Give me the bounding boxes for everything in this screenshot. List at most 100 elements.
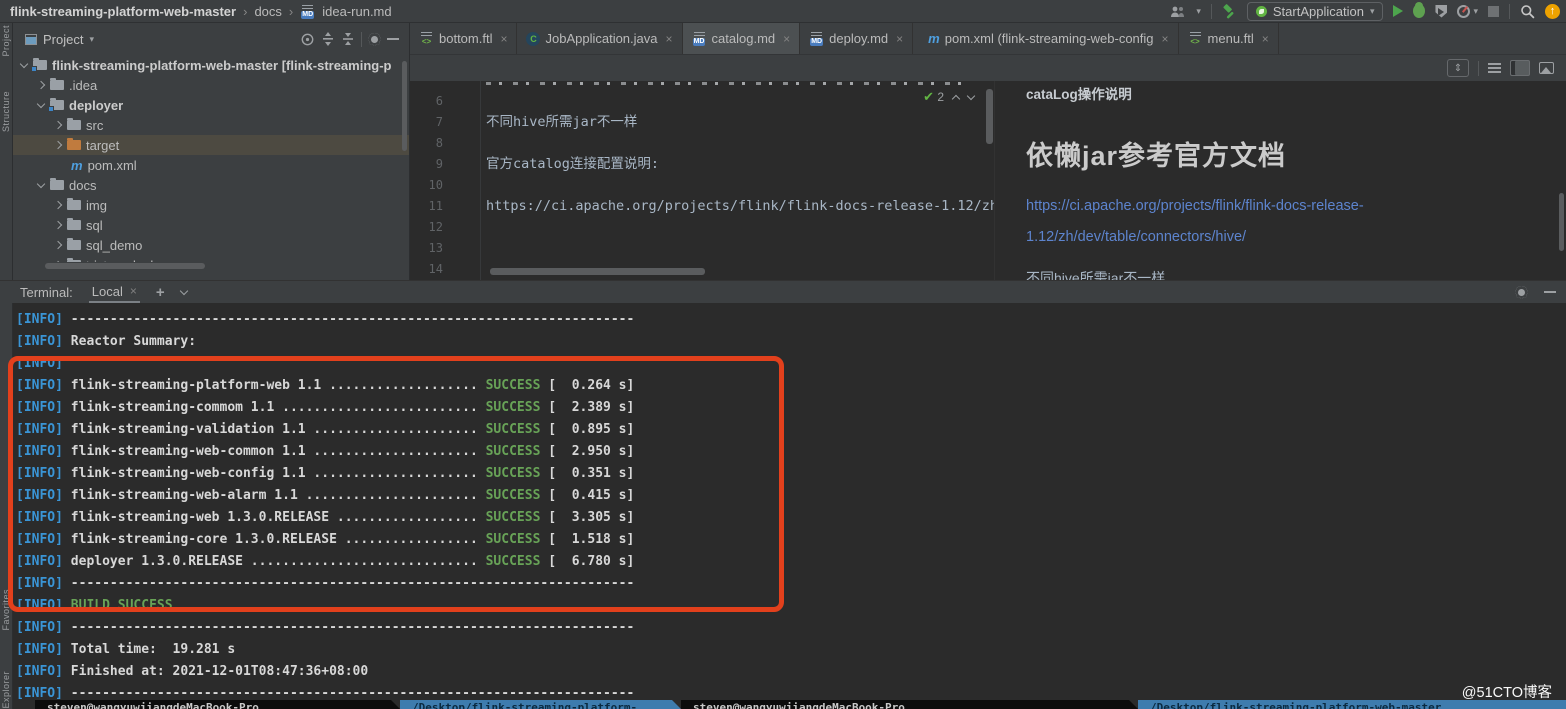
tree-row[interactable]: src (13, 115, 409, 135)
tree-chevron-down-icon[interactable] (19, 59, 29, 68)
update-available-icon[interactable]: ↑ (1545, 3, 1560, 19)
editor-tab[interactable]: MD deploy.md × (800, 23, 914, 54)
preview-heading: 依懒jar参考官方文档 (1026, 141, 1287, 171)
tool-window-structure[interactable]: Structure (1, 91, 11, 132)
tree-chevron-down-icon[interactable] (36, 179, 46, 188)
stop-button[interactable] (1488, 5, 1499, 17)
shell-prompt-line[interactable]: steven@wangyuwjiangdeMacBook-Pro/Desktop… (13, 700, 1566, 709)
tab-close-icon[interactable]: × (1162, 32, 1169, 46)
excluded-folder-icon (67, 138, 81, 150)
tree-chevron-right-icon[interactable] (36, 80, 46, 90)
prev-problem-icon[interactable] (951, 94, 961, 103)
project-settings-gear-icon[interactable] (368, 32, 381, 46)
tree-row[interactable]: sql_demo (13, 235, 409, 255)
coverage-button[interactable] (1435, 4, 1448, 18)
editor-tab[interactable]: C JobApplication.java × (517, 23, 683, 54)
tab-label: catalog.md (711, 31, 776, 46)
tree-chevron-right-icon[interactable] (53, 220, 63, 230)
tree-row[interactable]: docs (13, 175, 409, 195)
prompt-segment: steven@wangyuwjiangdeMacBook-Pro (681, 700, 1129, 709)
tree-chevron-right-icon[interactable] (53, 200, 63, 210)
run-toolbar: ▾ StartApplication ▾ ▾ ↑ (1170, 1, 1560, 21)
preview-vscrollbar[interactable] (1559, 193, 1564, 251)
tab-close-icon[interactable]: × (500, 32, 507, 46)
tree-chevron-right-icon[interactable] (53, 120, 63, 130)
breadcrumb: flink-streaming-platform-web-master › do… (10, 4, 392, 19)
terminal-settings-gear-icon[interactable] (1515, 285, 1528, 299)
editor-tab[interactable]: m pom.xml (flink-streaming-web-config × (913, 23, 1179, 54)
project-vscrollbar[interactable] (402, 61, 407, 151)
tree-chevron-down-icon[interactable] (36, 99, 46, 108)
tree-row[interactable]: img (13, 195, 409, 215)
tab-close-icon[interactable]: × (1262, 32, 1269, 46)
tree-row[interactable]: m pom.xml (13, 155, 409, 175)
terminal-tab-close-icon[interactable]: × (130, 284, 137, 298)
folder-icon (48, 98, 64, 112)
tab-close-icon[interactable]: × (783, 32, 790, 46)
line-number: 9 (435, 157, 443, 171)
show-editor-and-preview-icon[interactable] (1510, 60, 1530, 76)
editor-tab[interactable]: MD catalog.md × (682, 23, 801, 54)
log-level-info: [INFO] (16, 642, 63, 657)
show-preview-only-icon[interactable] (1539, 62, 1554, 74)
editor-tab[interactable]: <> bottom.ftl × (410, 23, 518, 54)
tab-label: JobApplication.java (545, 31, 658, 46)
tree-chevron-right-icon[interactable] (53, 140, 63, 150)
markdown-editor[interactable]: 6 7 不同hive所需jar不一样 8 9 官方catalog连接配置说明: 10 11 ht… (410, 81, 994, 280)
inspection-widget[interactable]: ✔ 2 (919, 88, 978, 106)
tree-row[interactable]: flink-streaming-platform-web-master [fli… (13, 55, 409, 75)
project-panel-title[interactable]: Project (43, 32, 83, 47)
terminal-sessions-caret-icon[interactable] (179, 286, 188, 295)
tree-row[interactable]: .idea (13, 75, 409, 95)
expand-all-icon[interactable] (321, 32, 335, 46)
collapse-all-icon[interactable] (341, 32, 355, 46)
editor-vscrollbar[interactable] (986, 89, 993, 144)
tab-close-icon[interactable]: × (666, 32, 673, 46)
tree-item-label: docs (69, 177, 97, 193)
project-tree: flink-streaming-platform-web-master [fli… (13, 55, 409, 262)
top-bar: flink-streaming-platform-web-master › do… (0, 0, 1566, 23)
tree-chevron-right-icon[interactable] (53, 240, 63, 250)
autoscroll-preview-icon[interactable]: ⇕ (1447, 59, 1469, 77)
preview-link[interactable]: https://ci.apache.org/projects/flink/fli… (1026, 191, 1566, 253)
tree-chevron-right-icon[interactable] (53, 260, 63, 262)
tab-close-icon[interactable]: × (896, 32, 903, 46)
tab-label: bottom.ftl (439, 31, 493, 46)
tool-window-explorer[interactable]: Explorer (1, 671, 11, 709)
project-panel: Project ▾ flink-streaming-platform-web-m… (13, 23, 410, 280)
breadcrumb-project[interactable]: flink-streaming-platform-web-master (10, 4, 236, 19)
next-problem-icon[interactable] (966, 91, 976, 100)
editor-tab[interactable]: <> menu.ftl × (1179, 23, 1279, 54)
prompt-segment: /Desktop/flink-streaming-platform-web-ma… (400, 700, 672, 709)
show-editor-only-icon[interactable] (1488, 62, 1501, 74)
breadcrumb-file[interactable]: idea-run.md (322, 4, 391, 19)
project-view-caret-icon[interactable]: ▾ (89, 34, 94, 45)
tree-row[interactable]: deployer (13, 95, 409, 115)
run-button[interactable] (1393, 5, 1404, 17)
search-everywhere-icon[interactable] (1520, 4, 1535, 19)
run-configuration-select[interactable]: StartApplication ▾ (1246, 1, 1384, 21)
project-hscrollbar[interactable] (45, 263, 205, 269)
annotation-rectangle (8, 356, 784, 612)
debug-button[interactable] (1413, 2, 1426, 18)
locate-file-icon[interactable] (300, 32, 315, 47)
line-number: 8 (435, 136, 443, 150)
terminal-tab-local[interactable]: Local × (88, 281, 140, 303)
build-hammer-icon[interactable] (1222, 3, 1237, 19)
tree-row[interactable]: sql (13, 215, 409, 235)
folder-icon (67, 218, 81, 230)
breadcrumb-folder[interactable]: docs (254, 4, 281, 19)
spring-boot-icon (1255, 5, 1267, 17)
terminal-hide-icon[interactable] (1544, 291, 1556, 293)
tree-row[interactable]: target (13, 135, 409, 155)
users-caret-icon: ▾ (1196, 5, 1201, 16)
terminal-line: [INFO] Finished at: 2021-12-01T08:47:36+… (16, 664, 369, 679)
inspection-count: 2 (937, 90, 944, 104)
editor-hscrollbar[interactable] (490, 268, 705, 275)
new-terminal-session-icon[interactable]: + (156, 284, 165, 301)
profiler-button[interactable] (1457, 4, 1471, 18)
vcs-users-icon[interactable] (1170, 5, 1186, 18)
hide-panel-icon[interactable] (387, 38, 399, 40)
tool-window-project[interactable]: Project (1, 25, 11, 57)
tree-row[interactable]: triston_deploy_use (13, 255, 409, 262)
